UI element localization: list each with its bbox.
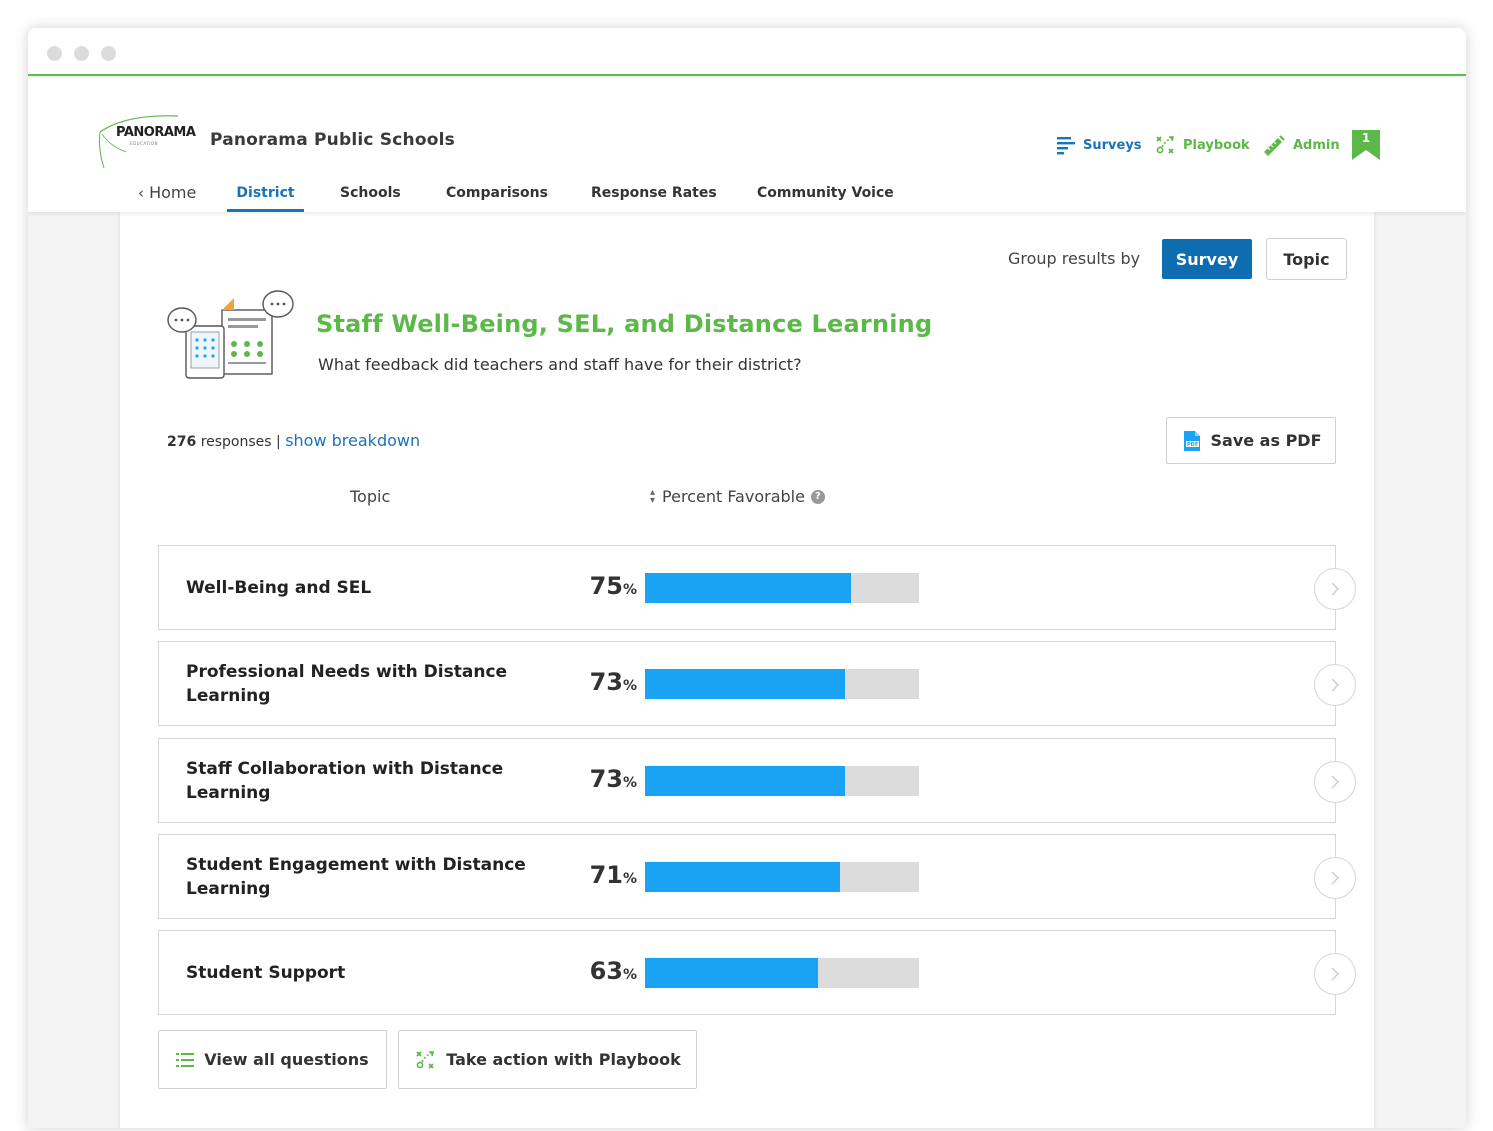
sort-icon[interactable]: ▴ ▾ [650, 487, 655, 505]
list-icon [176, 1052, 195, 1067]
panorama-logo[interactable]: PANORAMA EDUCATION [96, 110, 196, 174]
save-as-pdf-button[interactable]: PDF Save as PDF [1166, 417, 1336, 464]
chevron-right-icon [1331, 678, 1339, 692]
app-header: PANORAMA EDUCATION Panorama Public Schoo… [28, 78, 1466, 212]
favorable-bar-fill [645, 862, 840, 892]
help-icon[interactable]: ? [810, 489, 825, 504]
favorable-bar-fill [645, 958, 818, 988]
response-count: 276 [167, 434, 197, 450]
topnav-surveys[interactable]: Surveys [1056, 130, 1142, 160]
survey-illustration-icon [167, 290, 294, 379]
favorable-bar [645, 958, 919, 988]
logo-text: PANORAMA [116, 125, 196, 140]
chevron-right-icon [1331, 582, 1339, 596]
playbook-icon [1156, 136, 1175, 154]
row-chevron-button[interactable] [1314, 761, 1356, 803]
topnav-playbook-label: Playbook [1183, 137, 1250, 153]
survey-title: Staff Well-Being, SEL, and Distance Lear… [316, 310, 933, 338]
favorable-bar [645, 573, 919, 603]
topic-row[interactable]: Student Engagement with Distance Learnin… [158, 834, 1356, 919]
pdf-file-icon: PDF [1183, 430, 1200, 451]
playbook-icon [416, 1050, 435, 1069]
tab-comparisons[interactable]: Comparisons [446, 182, 548, 212]
chevron-right-icon [1331, 775, 1339, 789]
topic-percent: 75% [589, 572, 637, 600]
survey-subtitle: What feedback did teachers and staff hav… [318, 355, 802, 374]
save-as-pdf-label: Save as PDF [1210, 431, 1322, 450]
chevron-left-icon: ‹ [138, 184, 144, 202]
responses-summary: 276 responses | show breakdown [167, 431, 420, 450]
topnav-admin-label: Admin [1293, 137, 1340, 153]
main-tabs: ‹ Home District Schools Comparisons Resp… [28, 182, 1466, 212]
org-name: Panorama Public Schools [210, 130, 455, 150]
favorable-bar-fill [645, 573, 851, 603]
take-action-playbook-button[interactable]: Take action with Playbook [398, 1030, 697, 1089]
group-results-label: Group results by [1008, 249, 1141, 268]
topnav-admin[interactable]: Admin [1262, 130, 1340, 160]
favorable-bar [645, 766, 919, 796]
tab-response-rates[interactable]: Response Rates [591, 182, 717, 212]
column-header-percent-label: Percent Favorable [662, 487, 805, 506]
view-all-questions-label: View all questions [204, 1050, 369, 1069]
responses-label: responses [200, 434, 272, 450]
window-dot-maximize[interactable] [101, 46, 116, 61]
surveys-icon [1057, 137, 1075, 155]
row-chevron-button[interactable] [1314, 664, 1356, 706]
tab-district[interactable]: District [227, 182, 304, 212]
column-header-percent[interactable]: ▴ ▾ Percent Favorable ? [650, 487, 825, 506]
tab-home-label: Home [149, 183, 197, 202]
survey-card: Group results by Survey Topic Staff Well… [120, 212, 1374, 1128]
show-breakdown-link[interactable]: show breakdown [285, 431, 420, 450]
responses-separator: | [276, 434, 281, 450]
tab-schools[interactable]: Schools [340, 182, 401, 212]
topic-row[interactable]: Professional Needs with Distance Learnin… [158, 641, 1356, 726]
tab-community-voice[interactable]: Community Voice [757, 182, 894, 212]
topic-label: Student Support [186, 962, 346, 983]
group-by-topic-button[interactable]: Topic [1266, 238, 1347, 280]
topic-label: Student Engagement with Distance Learnin… [186, 854, 526, 899]
chevron-right-icon [1331, 871, 1339, 885]
topic-percent: 71% [589, 861, 637, 889]
topic-label: Professional Needs with Distance Learnin… [186, 661, 508, 706]
favorable-bar [645, 862, 919, 892]
topnav-surveys-label: Surveys [1083, 137, 1142, 153]
topic-row[interactable]: Staff Collaboration with Distance Learni… [158, 738, 1356, 823]
bookmark-count: 1 [1361, 131, 1371, 145]
row-chevron-button[interactable] [1314, 568, 1356, 610]
window-chrome [28, 28, 1466, 76]
bookmark-badge[interactable]: 1 [1352, 130, 1380, 160]
column-header-topic: Topic [350, 487, 391, 506]
topic-label: Well-Being and SEL [186, 577, 372, 598]
logo-subtext: EDUCATION [130, 141, 159, 146]
favorable-bar-fill [645, 766, 846, 796]
topic-percent: 73% [589, 765, 637, 793]
topic-row[interactable]: Well-Being and SEL 75% [158, 545, 1356, 630]
ruler-pencil-icon [1264, 135, 1285, 156]
topnav-playbook[interactable]: Playbook [1154, 130, 1250, 160]
topic-label: Staff Collaboration with Distance Learni… [186, 758, 504, 803]
row-chevron-button[interactable] [1314, 953, 1356, 995]
favorable-bar [645, 669, 919, 699]
take-action-playbook-label: Take action with Playbook [446, 1050, 681, 1069]
window-dot-close[interactable] [47, 46, 62, 61]
view-all-questions-button[interactable]: View all questions [158, 1030, 387, 1089]
row-chevron-button[interactable] [1314, 857, 1356, 899]
topic-percent: 73% [589, 668, 637, 696]
favorable-bar-fill [645, 669, 846, 699]
tab-home[interactable]: ‹ Home [138, 182, 196, 212]
topic-percent: 63% [589, 957, 637, 985]
browser-window: PANORAMA EDUCATION Panorama Public Schoo… [28, 28, 1466, 1128]
svg-text:PDF: PDF [1187, 442, 1198, 448]
group-by-survey-button[interactable]: Survey [1162, 239, 1252, 279]
topic-row[interactable]: Student Support 63% [158, 930, 1356, 1015]
chevron-right-icon [1331, 967, 1339, 981]
window-dot-minimize[interactable] [74, 46, 89, 61]
